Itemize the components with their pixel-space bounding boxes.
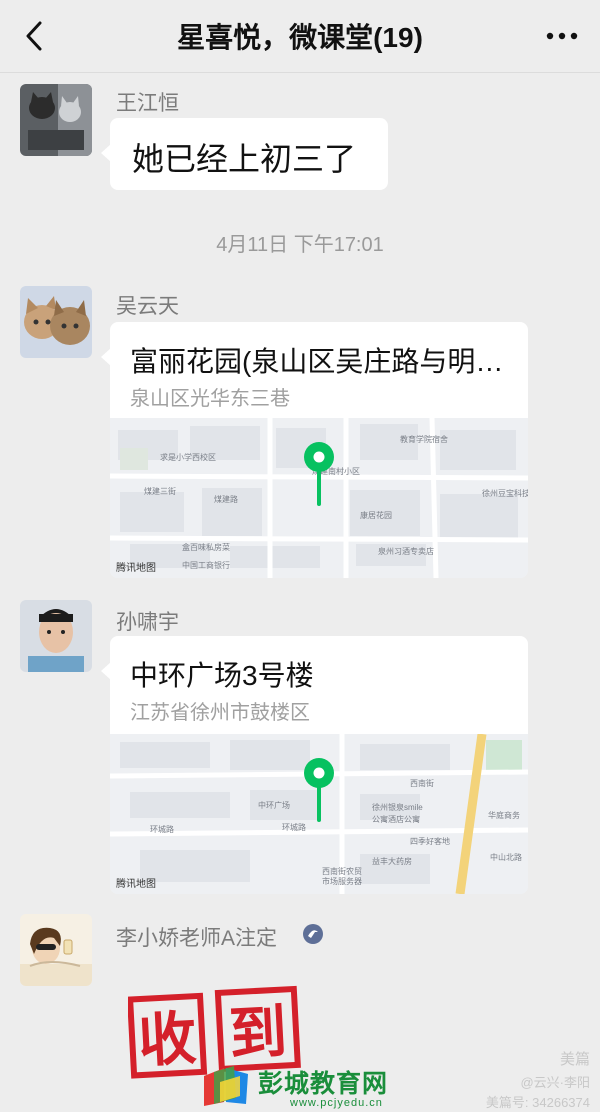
location-title: 中环广场3号楼 bbox=[130, 660, 314, 691]
chat-title: 星喜悦，微课堂(19) bbox=[177, 22, 423, 53]
timestamp: 4月11日 下午17:01 bbox=[216, 234, 384, 256]
svg-text:教育学院宿舍: 教育学院宿舍 bbox=[400, 434, 448, 444]
svg-text:煤建三街: 煤建三街 bbox=[144, 486, 176, 496]
svg-text:中环广场: 中环广场 bbox=[258, 800, 290, 810]
watermark-site-name: 彭城教育网 bbox=[258, 1070, 389, 1098]
sender-name: 王江恒 bbox=[116, 92, 179, 115]
location-card[interactable]: 富丽花园(泉山区吴庄路与明… 泉山区光华东三巷 求是小学西校区 煤建三街 煤建南… bbox=[101, 322, 528, 578]
svg-text:中山北路: 中山北路 bbox=[490, 852, 522, 862]
svg-text:康居花园: 康居花园 bbox=[360, 510, 392, 520]
watermark-url: www.pcjyedu.cn bbox=[290, 1097, 383, 1109]
svg-text:盒百味私房菜: 盒百味私房菜 bbox=[182, 542, 230, 552]
svg-text:泉州习酒专卖店: 泉州习酒专卖店 bbox=[378, 546, 434, 556]
svg-text:益丰大药房: 益丰大药房 bbox=[372, 856, 412, 866]
svg-text:徐州银泉smile: 徐州银泉smile bbox=[372, 802, 423, 812]
stamp-char: 收 bbox=[137, 1004, 198, 1075]
badge-icon bbox=[303, 924, 323, 944]
avatar[interactable] bbox=[20, 286, 92, 358]
message-bubble[interactable]: 她已经上初三了 bbox=[101, 118, 388, 190]
location-title: 富丽花园(泉山区吴庄路与明… bbox=[130, 346, 504, 377]
watermark-author: @云兴·李阳 bbox=[520, 1075, 590, 1090]
map-provider-label: 腾讯地图 bbox=[116, 879, 156, 890]
avatar[interactable] bbox=[20, 600, 92, 672]
watermark-meipian: 美篇 bbox=[559, 1051, 590, 1068]
stamp-char: 到 bbox=[227, 997, 288, 1068]
location-address: 泉山区光华东三巷 bbox=[130, 388, 290, 410]
watermark-id: 美篇号: 34266374 bbox=[485, 1095, 590, 1110]
svg-text:徐州豆宝科技: 徐州豆宝科技 bbox=[482, 488, 528, 498]
svg-text:华庭商务: 华庭商务 bbox=[488, 810, 520, 820]
avatar[interactable] bbox=[20, 84, 92, 156]
back-arrow-icon[interactable] bbox=[18, 18, 54, 54]
svg-text:市场服务器: 市场服务器 bbox=[322, 876, 362, 886]
svg-text:煤建路: 煤建路 bbox=[214, 494, 238, 504]
svg-text:环城路: 环城路 bbox=[150, 824, 174, 834]
site-logo-icon bbox=[204, 1066, 248, 1106]
map-provider-label: 腾讯地图 bbox=[116, 563, 156, 574]
message-text: 她已经上初三了 bbox=[132, 141, 357, 177]
more-options-icon[interactable] bbox=[542, 18, 582, 54]
svg-text:西南街: 西南街 bbox=[410, 778, 434, 788]
sender-name: 孙啸宇 bbox=[116, 611, 179, 634]
sender-name: 李小娇老师A注定 bbox=[116, 927, 278, 950]
svg-text:西南街农贸: 西南街农贸 bbox=[322, 866, 362, 876]
svg-text:公寓酒店公寓: 公寓酒店公寓 bbox=[372, 814, 420, 824]
svg-text:中国工商银行: 中国工商银行 bbox=[182, 560, 230, 570]
location-address: 江苏省徐州市鼓楼区 bbox=[130, 702, 310, 724]
location-pin-icon bbox=[304, 442, 334, 506]
location-pin-icon bbox=[304, 758, 334, 822]
svg-text:求是小学西校区: 求是小学西校区 bbox=[160, 452, 216, 462]
sender-name: 吴云天 bbox=[116, 295, 179, 318]
svg-text:四季好客地: 四季好客地 bbox=[410, 836, 450, 846]
avatar[interactable] bbox=[20, 914, 92, 986]
chat-header: 星喜悦，微课堂(19) bbox=[0, 0, 600, 73]
location-card[interactable]: 中环广场3号楼 江苏省徐州市鼓楼区 环城路 环城路 中环广场 西南街 徐州银泉s… bbox=[101, 636, 528, 894]
